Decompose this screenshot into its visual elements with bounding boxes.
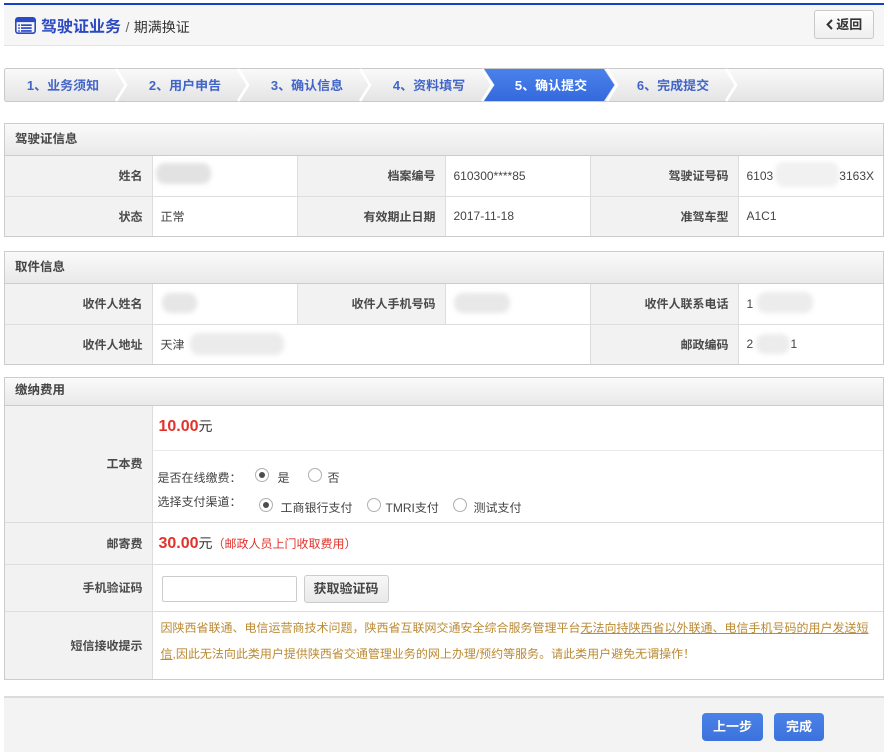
svg-text:3、确认信息: 3、确认信息 (271, 78, 343, 93)
svg-text:4、资料填写: 4、资料填写 (393, 78, 465, 93)
svg-text:5、确认提交: 5、确认提交 (515, 78, 587, 93)
svg-text:2、用户申告: 2、用户申告 (149, 78, 221, 93)
svg-text:1、业务须知: 1、业务须知 (27, 78, 99, 93)
svg-text:6、完成提交: 6、完成提交 (637, 78, 709, 93)
